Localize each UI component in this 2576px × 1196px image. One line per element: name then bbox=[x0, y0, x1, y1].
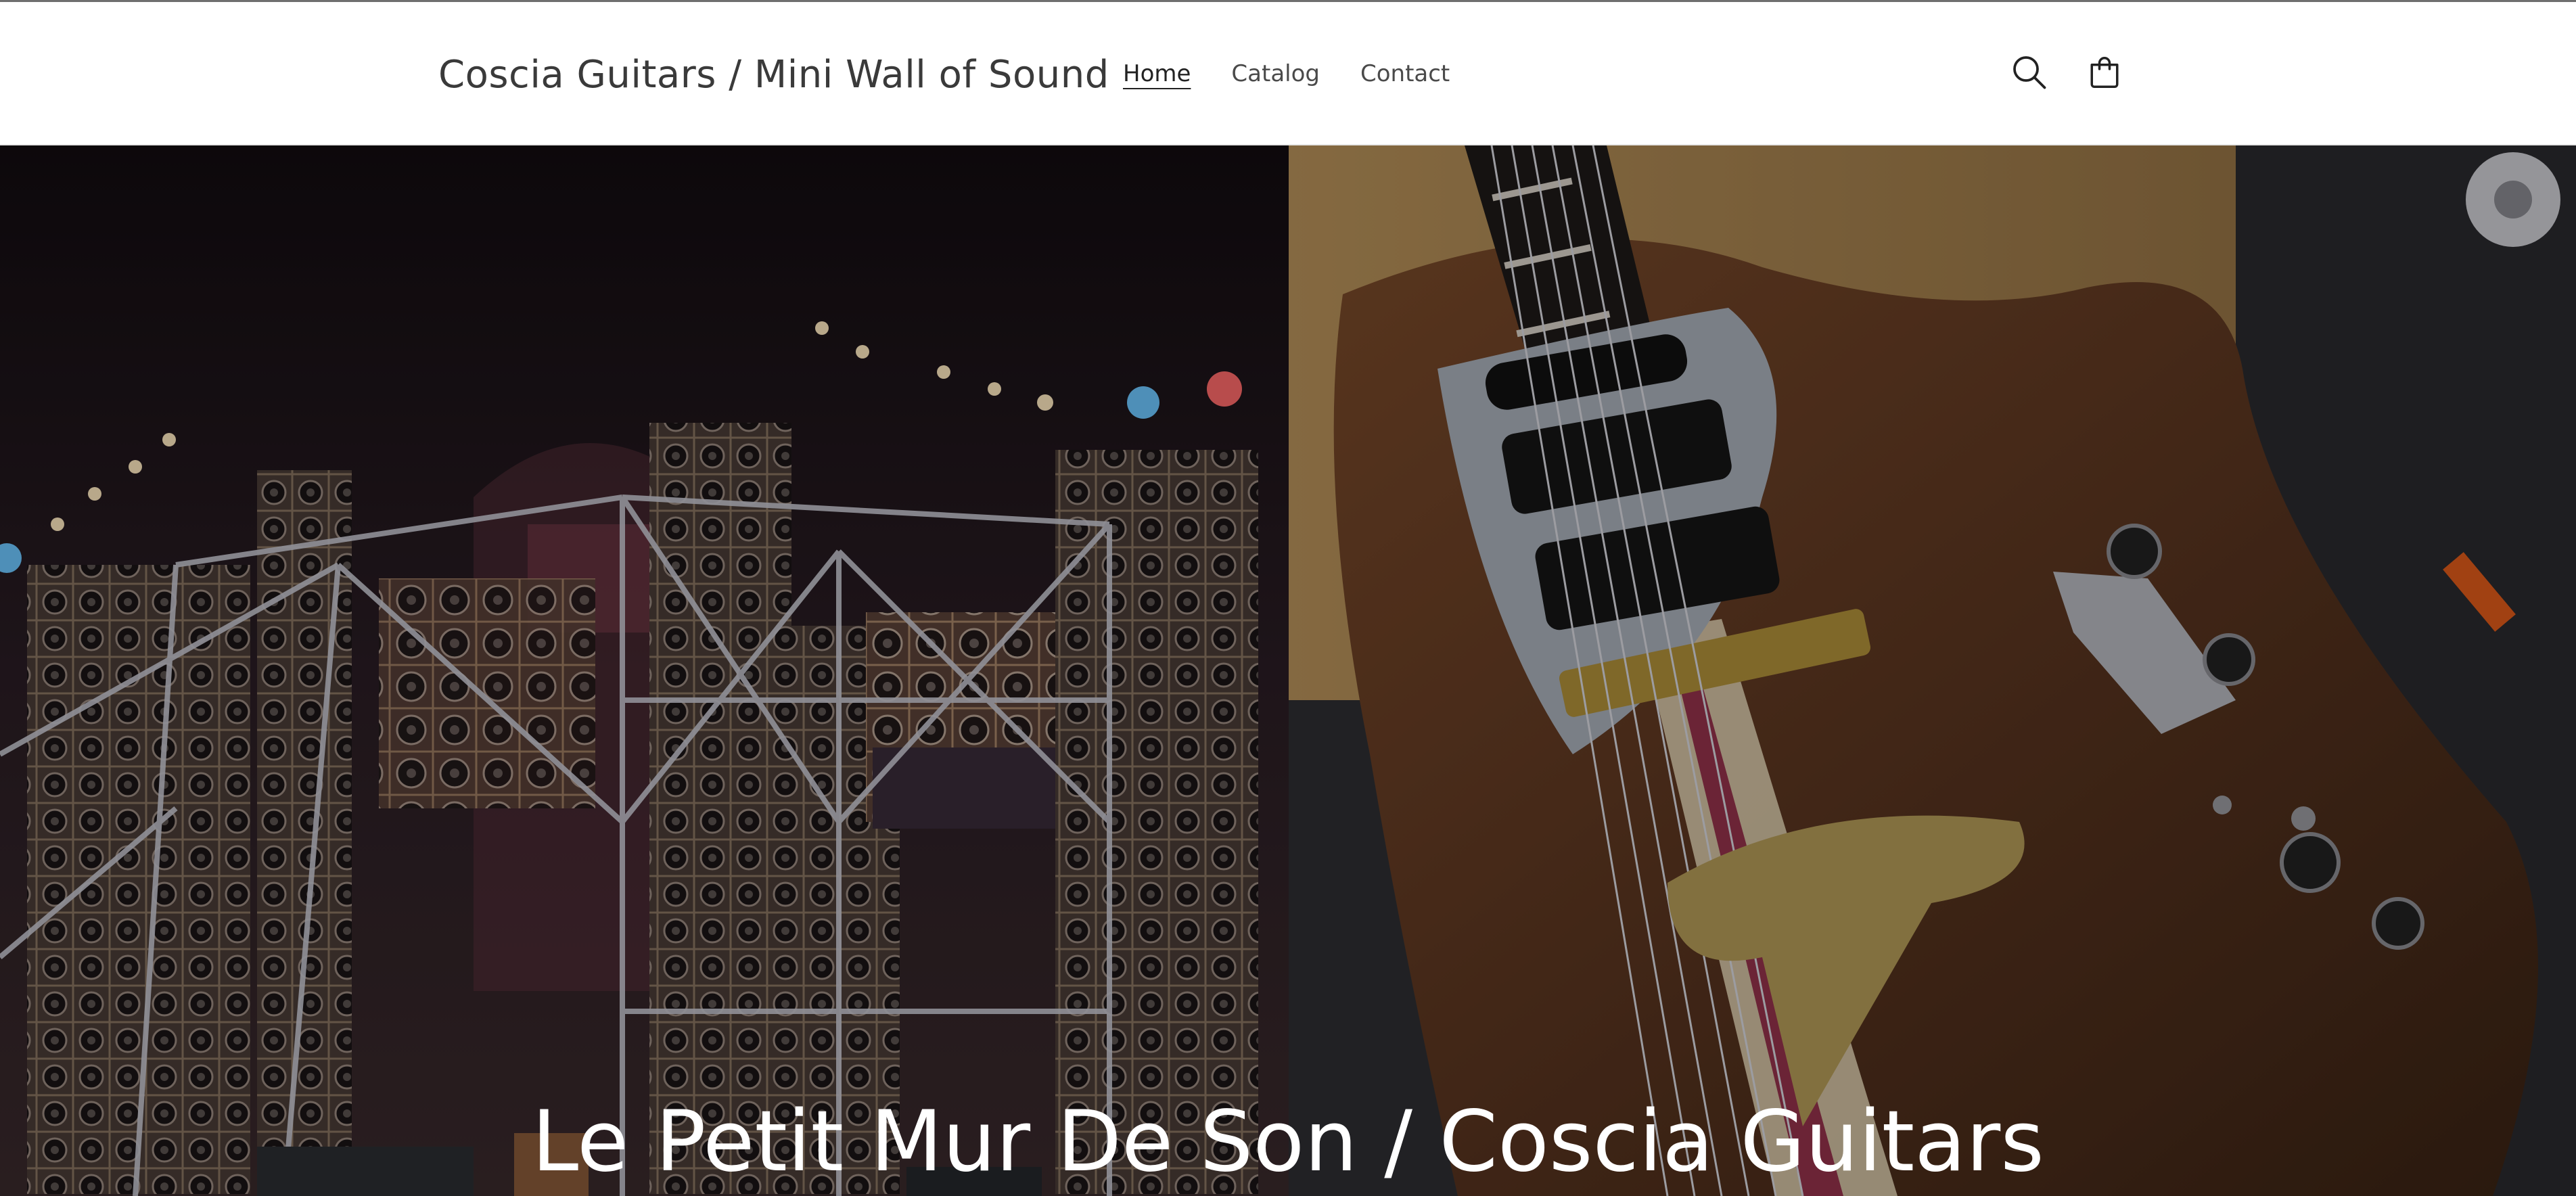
search-button[interactable] bbox=[2004, 47, 2055, 98]
image-overlay bbox=[1289, 145, 2576, 1196]
site-brand-link[interactable]: Coscia Guitars / Mini Wall of Sound bbox=[438, 48, 1109, 102]
main-nav: Home Catalog Contact bbox=[1123, 53, 1450, 94]
image-overlay bbox=[0, 145, 1289, 1196]
hero-title: Le Petit Mur De Son / Coscia Guitars bbox=[532, 1093, 2044, 1191]
nav-item-home[interactable]: Home bbox=[1123, 53, 1191, 94]
hero-banner: Le Petit Mur De Son / Coscia Guitars bbox=[0, 145, 2576, 1196]
guitar-body-image bbox=[1289, 145, 2576, 1196]
search-icon bbox=[2013, 56, 2046, 89]
nav-item-contact[interactable]: Contact bbox=[1360, 53, 1450, 94]
cart-icon bbox=[2090, 57, 2119, 88]
nav-item-catalog[interactable]: Catalog bbox=[1231, 53, 1320, 94]
cart-button[interactable] bbox=[2079, 47, 2130, 98]
site-header: Coscia Guitars / Mini Wall of Sound Home… bbox=[0, 2, 2576, 145]
speaker-wall-image bbox=[0, 145, 1289, 1196]
